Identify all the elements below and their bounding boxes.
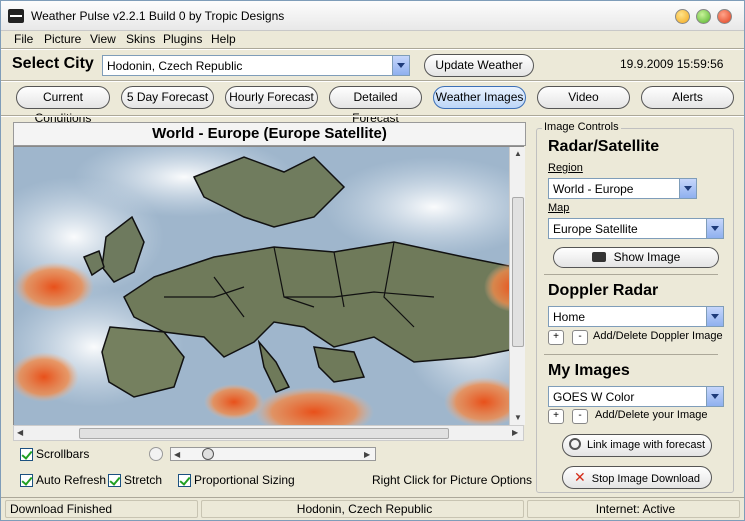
- map-dropdown[interactable]: Europe Satellite: [548, 218, 724, 239]
- checkbox-box[interactable]: [20, 473, 33, 487]
- scroll-up-icon[interactable]: ▲: [514, 149, 522, 158]
- link-image-label: Link image with forecast: [587, 439, 705, 451]
- app-window: Weather Pulse v2.2.1 Build 0 by Tropic D…: [0, 0, 745, 521]
- slider-thumb[interactable]: [202, 448, 214, 460]
- right-click-hint: Right Click for Picture Options: [372, 473, 533, 487]
- city-value: Hodonin, Czech Republic: [107, 59, 243, 73]
- map-title: World - Europe (Europe Satellite): [13, 122, 526, 146]
- update-weather-button[interactable]: Update Weather: [424, 54, 534, 77]
- menu-plugins[interactable]: Plugins: [163, 32, 202, 46]
- radar-satellite-heading: Radar/Satellite: [548, 138, 660, 155]
- zoom-icon[interactable]: [149, 447, 163, 461]
- minimize-button[interactable]: [675, 9, 690, 24]
- doppler-dropdown[interactable]: Home: [548, 306, 724, 327]
- window-title: Weather Pulse v2.2.1 Build 0 by Tropic D…: [31, 9, 285, 23]
- datetime-display: 19.9.2009 15:59:56: [620, 57, 724, 71]
- my-images-heading: My Images: [548, 362, 630, 379]
- chevron-down-icon[interactable]: [706, 387, 723, 406]
- stop-x-icon: ✕: [574, 469, 586, 485]
- slider-right-icon[interactable]: ▶: [364, 450, 370, 459]
- auto-refresh-checkbox[interactable]: Auto Refresh: [20, 473, 106, 487]
- city-dropdown[interactable]: Hodonin, Czech Republic: [102, 55, 410, 76]
- tab-weather-images[interactable]: Weather Images: [433, 86, 526, 109]
- region-label: Region: [548, 162, 583, 174]
- region-value: World - Europe: [553, 182, 634, 196]
- divider: [544, 354, 718, 355]
- menu-picture[interactable]: Picture: [44, 32, 81, 46]
- chevron-down-icon[interactable]: [392, 56, 409, 75]
- tab-detailed-forecast[interactable]: Detailed Forecast: [329, 86, 422, 125]
- app-logo-icon: [8, 9, 24, 23]
- tab-alerts[interactable]: Alerts: [641, 86, 734, 109]
- status-city: Hodonin, Czech Republic: [201, 500, 524, 518]
- checkbox-box[interactable]: [108, 473, 121, 487]
- image-controls-title: Image Controls: [542, 121, 621, 133]
- select-city-label: Select City: [12, 55, 94, 72]
- doppler-radar-heading: Doppler Radar: [548, 282, 659, 299]
- scroll-down-icon[interactable]: ▼: [514, 413, 522, 422]
- horizontal-scroll-thumb[interactable]: [79, 428, 449, 439]
- chevron-down-icon[interactable]: [706, 307, 723, 326]
- satellite-map-image[interactable]: [13, 146, 524, 426]
- title-bar: Weather Pulse v2.2.1 Build 0 by Tropic D…: [1, 1, 744, 31]
- chevron-down-icon[interactable]: [679, 179, 696, 198]
- menu-view[interactable]: View: [90, 32, 116, 46]
- map-value: Europe Satellite: [553, 222, 638, 236]
- close-button[interactable]: [717, 9, 732, 24]
- divider: [544, 274, 718, 275]
- proportional-sizing-label: Proportional Sizing: [194, 473, 295, 487]
- divider: [1, 80, 744, 82]
- vertical-scroll-thumb[interactable]: [512, 197, 524, 347]
- maximize-button[interactable]: [696, 9, 711, 24]
- add-doppler-button[interactable]: +: [548, 330, 564, 345]
- scrollbars-checkbox[interactable]: Scrollbars: [20, 447, 89, 461]
- my-images-dropdown[interactable]: GOES W Color: [548, 386, 724, 407]
- proportional-sizing-checkbox[interactable]: Proportional Sizing: [178, 473, 295, 487]
- tab-hourly-forecast[interactable]: Hourly Forecast: [225, 86, 318, 109]
- divider: [1, 115, 744, 117]
- stop-download-label: Stop Image Download: [591, 473, 700, 485]
- checkbox-box[interactable]: [20, 447, 33, 461]
- tab-video[interactable]: Video: [537, 86, 630, 109]
- delete-my-image-button[interactable]: -: [572, 409, 588, 424]
- divider: [1, 48, 744, 50]
- delete-doppler-button[interactable]: -: [572, 330, 588, 345]
- zoom-slider[interactable]: ◀ ▶: [170, 447, 376, 461]
- tab-current-conditions[interactable]: Current Conditions: [16, 86, 110, 125]
- scrollbars-label: Scrollbars: [36, 447, 90, 461]
- stretch-checkbox[interactable]: Stretch: [108, 473, 162, 487]
- region-dropdown[interactable]: World - Europe: [548, 178, 697, 199]
- add-delete-my-image-label: Add/Delete your Image: [595, 409, 708, 421]
- doppler-value: Home: [553, 310, 586, 324]
- menu-help[interactable]: Help: [211, 32, 236, 46]
- stop-download-button[interactable]: ✕ Stop Image Download: [562, 466, 712, 489]
- menu-skins[interactable]: Skins: [126, 32, 155, 46]
- status-bar: Download Finished Hodonin, Czech Republi…: [1, 497, 744, 519]
- menu-file[interactable]: File: [14, 32, 33, 46]
- stretch-label: Stretch: [124, 473, 163, 487]
- show-image-label: Show Image: [613, 250, 681, 264]
- map-vertical-scrollbar[interactable]: ▲ ▼: [509, 147, 525, 425]
- show-image-button[interactable]: Show Image: [553, 247, 719, 268]
- add-delete-doppler-label: Add/Delete Doppler Image: [593, 330, 723, 342]
- camera-icon: [591, 252, 606, 262]
- checkbox-box[interactable]: [178, 473, 191, 487]
- menu-bar: File Picture View Skins Plugins Help: [1, 31, 744, 48]
- auto-refresh-label: Auto Refresh: [36, 473, 107, 487]
- tab-5-day-forecast[interactable]: 5 Day Forecast: [121, 86, 214, 109]
- europe-satellite-map: [14, 147, 523, 425]
- map-horizontal-scrollbar[interactable]: ◀ ▶: [13, 425, 524, 441]
- slider-left-icon[interactable]: ◀: [174, 450, 180, 459]
- scroll-left-icon[interactable]: ◀: [17, 428, 23, 437]
- add-my-image-button[interactable]: +: [548, 409, 564, 424]
- status-download: Download Finished: [5, 500, 198, 518]
- status-internet: Internet: Active: [527, 500, 740, 518]
- chevron-down-icon[interactable]: [706, 219, 723, 238]
- map-label: Map: [548, 202, 570, 214]
- link-icon: [569, 438, 581, 450]
- link-image-button[interactable]: Link image with forecast: [562, 434, 712, 457]
- scroll-right-icon[interactable]: ▶: [512, 428, 518, 437]
- my-images-value: GOES W Color: [553, 390, 635, 404]
